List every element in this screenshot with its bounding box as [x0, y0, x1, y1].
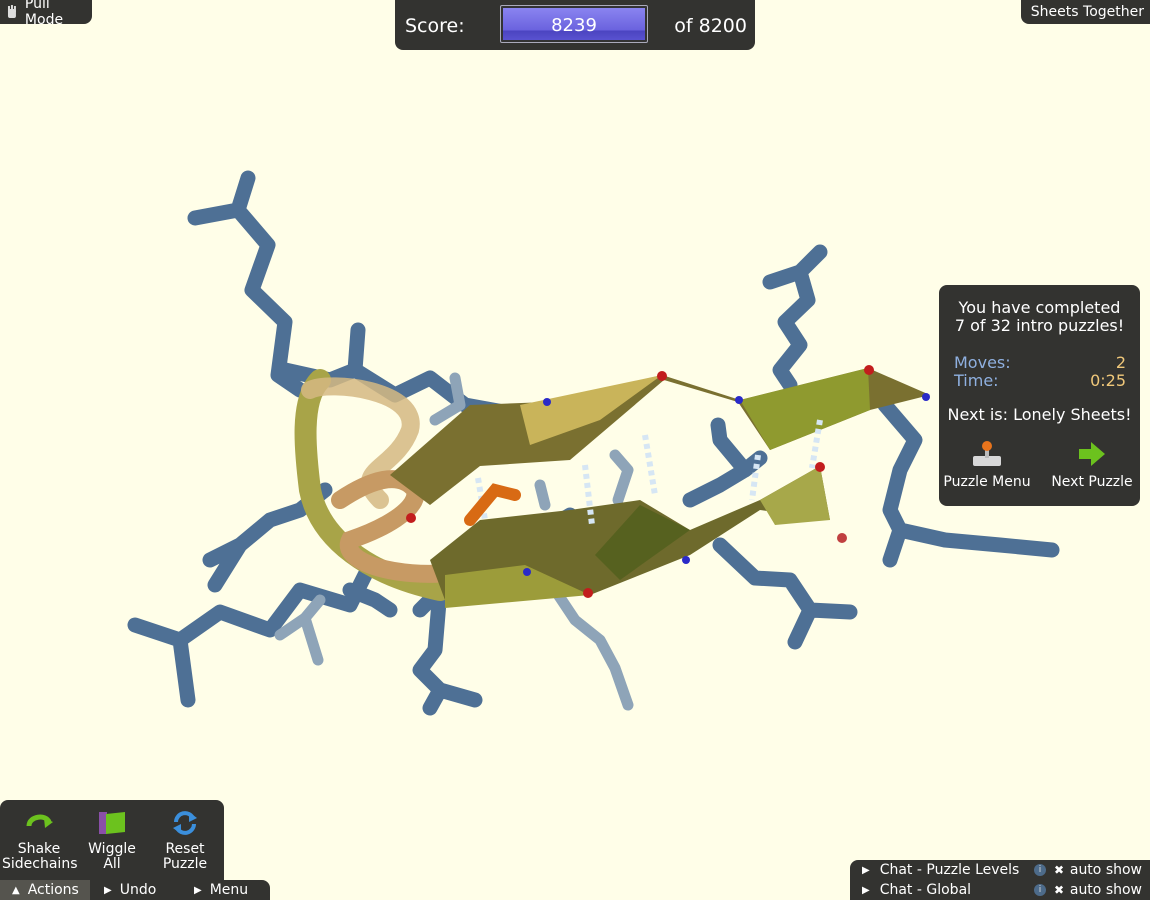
score-panel: Score: 8239 of 8200	[395, 0, 755, 50]
reset-puzzle-button[interactable]: Reset Puzzle	[148, 808, 222, 872]
tab-actions[interactable]: ▲ Actions	[0, 880, 90, 900]
bottom-tab-bar: ▲ Actions ▶ Undo ▶ Menu	[0, 880, 270, 900]
sidechain	[187, 170, 308, 398]
tab-menu-label: Menu	[209, 882, 249, 898]
sidechain	[682, 417, 768, 508]
auto-show-label: auto show	[1069, 862, 1142, 878]
info-icon[interactable]: i	[1034, 864, 1046, 876]
pull-mode-button[interactable]: Pull Mode	[0, 0, 92, 28]
puzzle-title-text: Sheets Together	[1030, 4, 1144, 20]
triangle-up-icon: ▲	[12, 884, 20, 896]
time-label: Time:	[954, 371, 999, 390]
score-target: of 8200	[674, 15, 747, 37]
sidechain	[549, 584, 634, 711]
close-icon[interactable]: ✖	[1054, 863, 1064, 877]
refresh-icon	[173, 811, 197, 835]
chat-levels-label: Chat - Puzzle Levels	[879, 862, 1020, 878]
puzzle-menu-button[interactable]: Puzzle Menu	[939, 440, 1035, 490]
shake-label-1: Shake	[17, 841, 61, 857]
reset-label-1: Reset	[165, 841, 205, 857]
time-value: 0:25	[1090, 371, 1126, 390]
score-value: 8239	[551, 15, 597, 36]
wiggle-label-1: Wiggle	[88, 841, 136, 857]
tab-menu[interactable]: ▶ Menu	[194, 880, 248, 900]
tab-undo[interactable]: ▶ Undo	[104, 880, 156, 900]
pull-mode-label: Pull Mode	[24, 0, 64, 28]
joystick-icon	[973, 441, 1001, 466]
complete-line-1: You have completed	[958, 298, 1121, 317]
sidechain	[464, 483, 521, 526]
triangle-right-icon: ▶	[194, 884, 202, 896]
shake-icon	[26, 814, 53, 828]
chat-global-label: Chat - Global	[879, 882, 972, 898]
chat-global-row[interactable]: ▶ Chat - Global i ✖ auto show	[862, 880, 1142, 900]
next-puzzle-text: Next is: Lonely Sheets!	[947, 405, 1132, 424]
triangle-right-icon: ▶	[862, 884, 870, 896]
sidechain	[609, 449, 634, 506]
sidechain	[127, 567, 373, 708]
wiggle-icon	[99, 812, 125, 834]
puzzle-title: Sheets Together	[1020, 0, 1150, 24]
moves-value: 2	[1115, 353, 1126, 372]
chat-panel: ▶ Chat - Puzzle Levels i ✖ auto show ▶ C…	[850, 860, 1150, 900]
close-icon[interactable]: ✖	[1054, 883, 1064, 897]
chat-levels-row[interactable]: ▶ Chat - Puzzle Levels i ✖ auto show	[862, 860, 1142, 880]
actions-panel: Shake Sidechains Wiggle All Reset Puzzle	[0, 800, 224, 880]
score-meter: 8239	[500, 5, 648, 43]
shake-label-2: Sidechains	[2, 856, 78, 872]
score-label: Score:	[405, 15, 465, 37]
hand-icon	[7, 5, 16, 18]
wiggle-label-2: All	[103, 856, 121, 872]
wiggle-all-button[interactable]: Wiggle All	[75, 808, 149, 872]
tab-actions-label: Actions	[27, 882, 79, 898]
triangle-right-icon: ▶	[104, 884, 112, 896]
puzzle-complete-panel: You have completed 7 of 32 intro puzzles…	[939, 285, 1140, 506]
next-puzzle-button[interactable]: Next Puzzle	[1044, 440, 1140, 490]
next-puzzle-label: Next Puzzle	[1051, 474, 1133, 490]
reset-label-2: Puzzle	[162, 856, 208, 872]
tab-undo-label: Undo	[119, 882, 157, 898]
sidechain	[762, 244, 828, 393]
triangle-right-icon: ▶	[862, 864, 870, 876]
puzzle-menu-label: Puzzle Menu	[943, 474, 1031, 490]
moves-label: Moves:	[954, 353, 1011, 372]
auto-show-label: auto show	[1069, 882, 1142, 898]
complete-line-2: 7 of 32 intro puzzles!	[954, 316, 1125, 335]
shake-sidechains-button[interactable]: Shake Sidechains	[2, 808, 78, 872]
info-icon[interactable]: i	[1034, 884, 1046, 896]
sidechain	[534, 479, 551, 511]
arrow-right-icon	[1079, 442, 1105, 466]
sidechain	[712, 537, 858, 650]
